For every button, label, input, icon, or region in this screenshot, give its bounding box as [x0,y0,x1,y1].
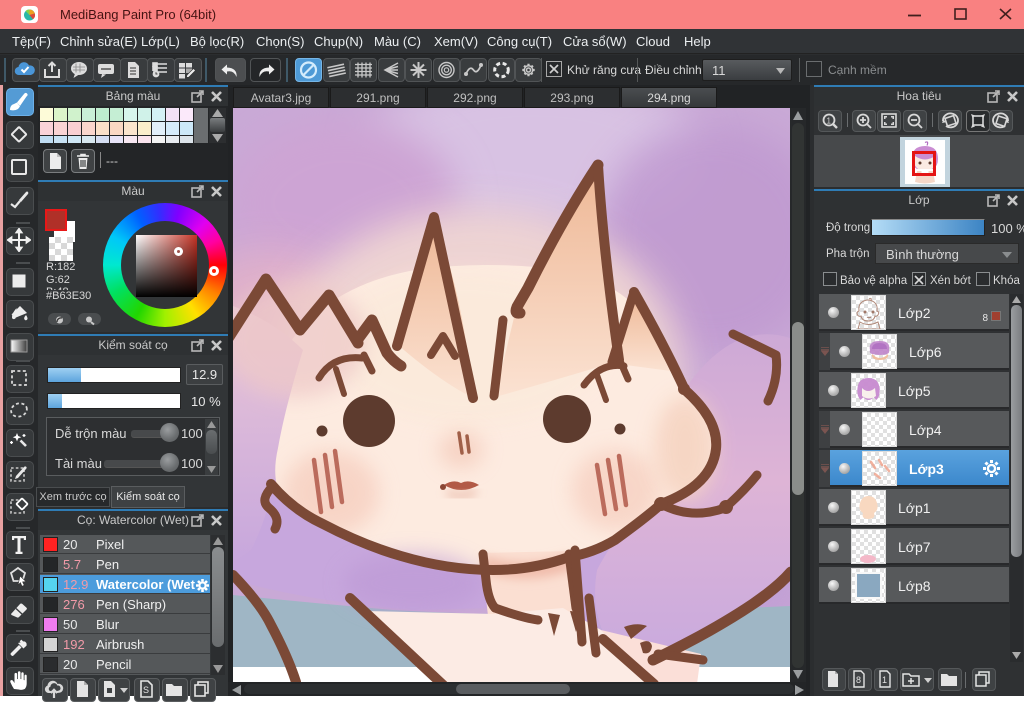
svg-text:1: 1 [882,675,887,685]
svg-text:8: 8 [856,675,861,685]
svg-text:S: S [143,685,149,695]
svg-text:1: 1 [827,117,832,126]
